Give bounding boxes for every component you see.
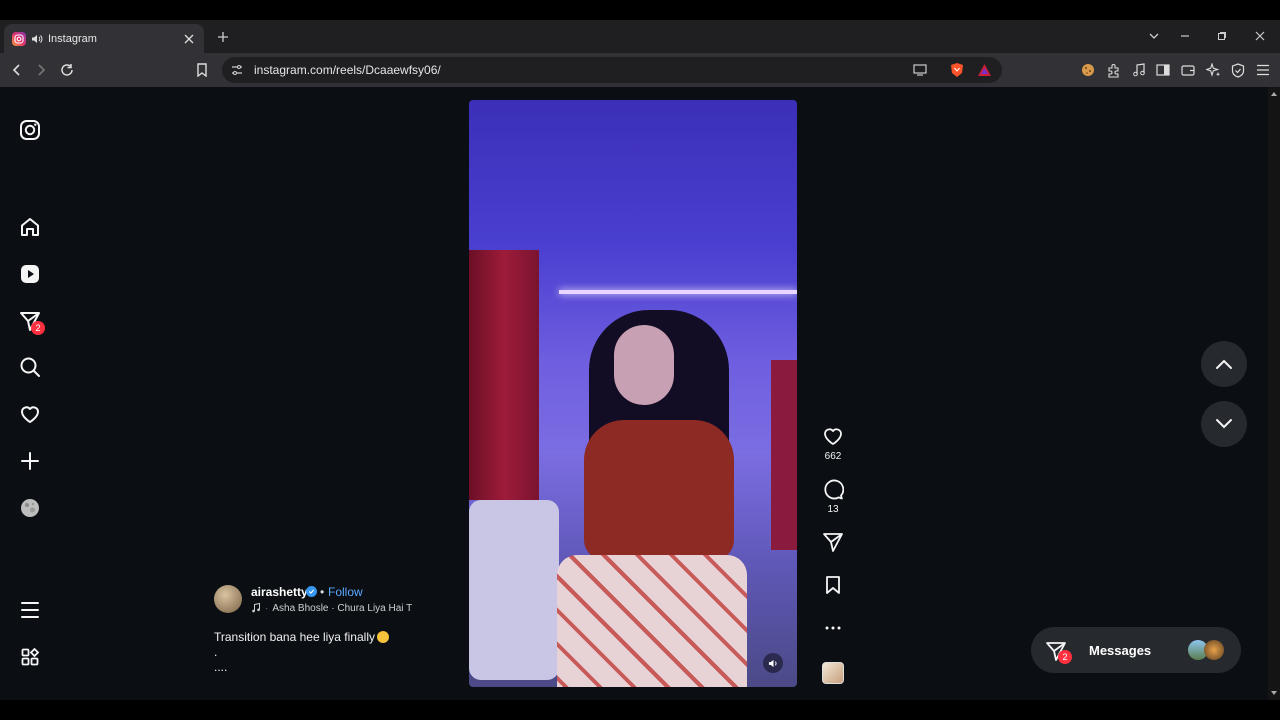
new-tab-icon[interactable]: [214, 28, 232, 46]
next-reel-button[interactable]: [1201, 401, 1247, 447]
reel-video[interactable]: [469, 100, 797, 687]
brave-rewards-icon[interactable]: [977, 63, 992, 77]
more-options-action[interactable]: [820, 615, 846, 641]
also-from-meta-icon[interactable]: [18, 645, 42, 669]
like-count: 662: [824, 451, 842, 462]
caption-line-2: .: [214, 645, 218, 659]
video-person-skirt: [557, 555, 747, 687]
leo-ai-icon[interactable]: [1203, 60, 1223, 80]
sidebar-toggle-icon[interactable]: [1153, 60, 1173, 80]
back-icon[interactable]: [7, 60, 27, 80]
reel-caption[interactable]: Transition bana hee liya finally . ....: [214, 630, 389, 675]
bookmark-icon[interactable]: [820, 572, 846, 598]
wallet-icon[interactable]: [1178, 60, 1198, 80]
bookmark-page-icon[interactable]: [192, 60, 212, 80]
tab-title: Instagram: [48, 32, 97, 45]
cookie-extension-icon[interactable]: [1078, 60, 1098, 80]
site-settings-icon[interactable]: [231, 64, 243, 76]
music-note-icon: [252, 603, 260, 613]
screen-bottom-border: [0, 700, 1280, 720]
direct-messages-icon[interactable]: 2: [18, 309, 45, 335]
chevron-up-icon: [1216, 359, 1232, 369]
browser-tabstrip: Instagram: [0, 20, 1280, 53]
comment-icon[interactable]: [820, 476, 846, 502]
forward-icon[interactable]: [31, 60, 51, 80]
video-curtain-right: [771, 360, 797, 550]
verified-badge-icon: [306, 586, 317, 597]
author-username[interactable]: airashetty: [251, 585, 308, 599]
share-action[interactable]: [820, 529, 846, 555]
vpn-shield-icon[interactable]: [1228, 60, 1248, 80]
minimize-icon[interactable]: [1175, 26, 1195, 46]
comment-action[interactable]: 13: [820, 476, 846, 515]
brave-shields-icon[interactable]: [950, 62, 964, 78]
instagram-favicon-icon: [12, 31, 26, 46]
share-send-icon[interactable]: [820, 529, 846, 555]
audio-track-label: Asha Bhosle · Chura Liya Hai T: [272, 603, 413, 614]
follow-button[interactable]: Follow: [328, 585, 363, 599]
scroll-down-arrow-icon[interactable]: [1270, 689, 1278, 697]
more-dots-icon[interactable]: [820, 615, 846, 641]
browser-tab-instagram[interactable]: Instagram: [4, 24, 204, 53]
media-music-icon[interactable]: [1129, 60, 1149, 80]
search-icon[interactable]: [18, 355, 42, 379]
messages-widget-badge: 2: [1058, 650, 1072, 664]
cast-icon[interactable]: [913, 64, 927, 76]
close-window-icon[interactable]: [1250, 26, 1270, 46]
browser-toolbar: instagram.com/reels/Dcaaewfsy06/: [0, 53, 1280, 87]
original-audio-thumbnail[interactable]: [822, 662, 844, 684]
video-led-strip: [559, 290, 797, 294]
messages-badge: 2: [31, 321, 45, 335]
audio-track[interactable]: · Asha Bhosle · Chura Liya Hai T: [251, 603, 421, 614]
address-bar[interactable]: instagram.com/reels/Dcaaewfsy06/: [222, 57, 1002, 83]
reload-icon[interactable]: [57, 60, 77, 80]
reels-icon[interactable]: [18, 262, 42, 286]
author-separator: •: [320, 585, 325, 599]
messages-widget-button[interactable]: 2 Messages: [1031, 627, 1241, 673]
home-icon[interactable]: [18, 215, 42, 239]
mute-toggle-button[interactable]: [763, 653, 783, 673]
screen-top-border: [0, 0, 1280, 20]
comment-count: 13: [827, 504, 839, 515]
url-text: instagram.com/reels/Dcaaewfsy06/: [254, 63, 441, 77]
messages-widget-label: Messages: [1089, 643, 1152, 658]
video-person-face: [614, 325, 674, 405]
close-tab-icon[interactable]: [182, 32, 196, 46]
extensions-puzzle-icon[interactable]: [1104, 60, 1124, 80]
video-bed: [469, 500, 559, 680]
browser-menu-icon[interactable]: [1253, 60, 1273, 80]
save-action[interactable]: [820, 572, 846, 598]
caption-line-3: ....: [214, 660, 228, 674]
heart-icon[interactable]: [820, 423, 846, 449]
shushing-face-emoji-icon: [376, 631, 389, 643]
more-menu-icon[interactable]: [18, 598, 42, 622]
restore-icon[interactable]: [1212, 26, 1232, 46]
speaker-icon[interactable]: [31, 33, 43, 45]
instagram-page: 2 662 13 airashetty • Follow · Asha Bhos…: [0, 87, 1268, 700]
page-scrollbar[interactable]: [1268, 87, 1280, 700]
create-plus-icon[interactable]: [18, 449, 42, 473]
scroll-up-arrow-icon[interactable]: [1270, 90, 1278, 98]
like-action[interactable]: 662: [820, 423, 846, 462]
caption-line-1: Transition bana hee liya finally: [214, 630, 375, 644]
instagram-logo-icon[interactable]: [18, 118, 42, 142]
tab-search-chevron-icon[interactable]: [1144, 26, 1164, 46]
speaker-icon: [768, 659, 777, 667]
message-contact-avatar: [1204, 640, 1224, 660]
video-person-top: [584, 420, 734, 560]
author-avatar[interactable]: [214, 585, 242, 613]
chevron-down-icon: [1216, 419, 1232, 429]
video-curtain: [469, 250, 539, 500]
previous-reel-button[interactable]: [1201, 341, 1247, 387]
profile-avatar-icon[interactable]: [18, 496, 42, 520]
notifications-heart-icon[interactable]: [18, 402, 42, 426]
